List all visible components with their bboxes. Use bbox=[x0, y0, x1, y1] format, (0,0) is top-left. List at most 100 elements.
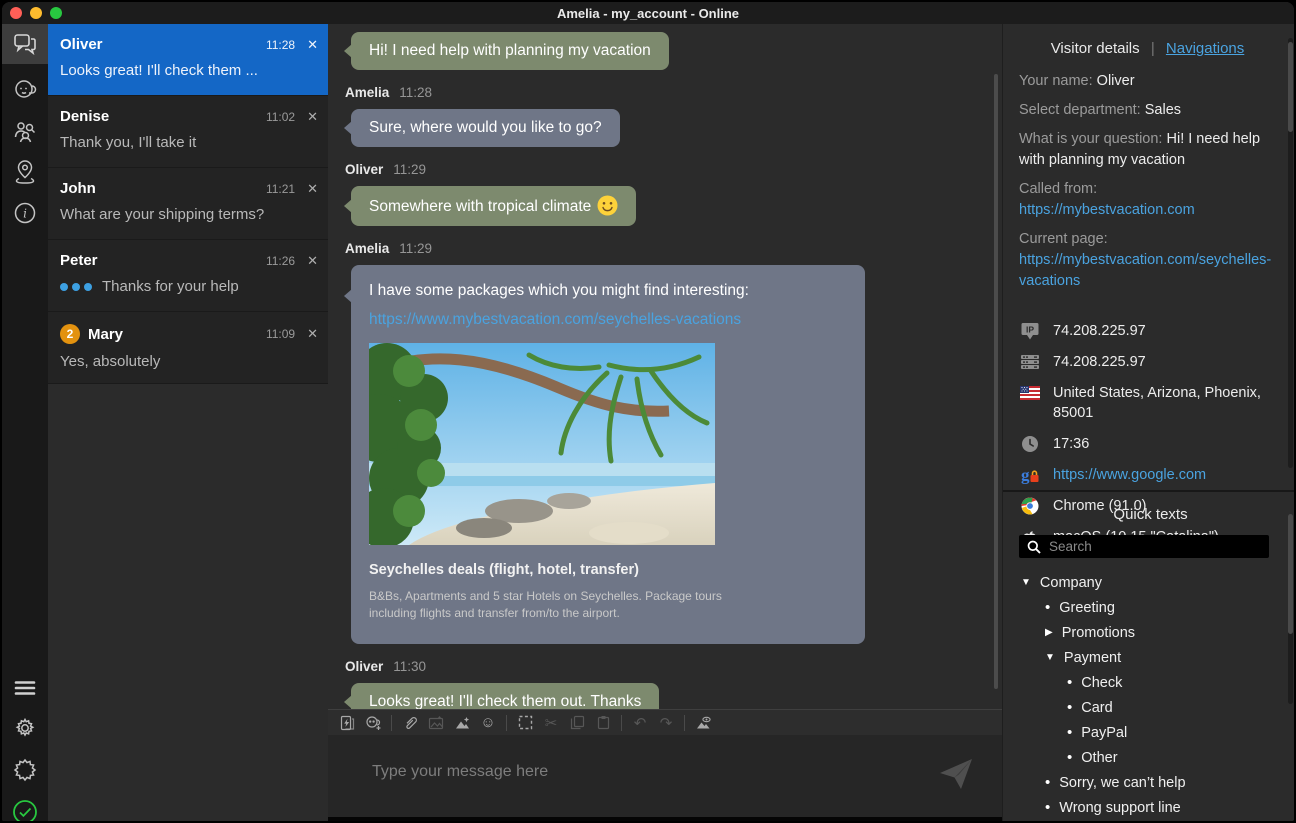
search-input[interactable] bbox=[1049, 539, 1261, 554]
agent-icon bbox=[13, 78, 37, 102]
close-window-button[interactable] bbox=[10, 7, 22, 19]
close-chat-icon[interactable]: ✕ bbox=[307, 37, 318, 53]
tree-item-sorry[interactable]: •Sorry, we can’t help bbox=[1019, 770, 1282, 795]
agent-message: Sure, where would you like to go? bbox=[351, 109, 620, 147]
menu-button[interactable] bbox=[2, 668, 48, 708]
tree-item-paypal[interactable]: •PayPal bbox=[1019, 720, 1282, 745]
agent-message-with-card: I have some packages which you might fin… bbox=[351, 265, 865, 644]
visitor-details-scrollbar[interactable] bbox=[1288, 38, 1293, 468]
redo-icon[interactable]: ↷ bbox=[653, 712, 679, 734]
conversation-area: Hi! I need help with planning my vacatio… bbox=[328, 24, 1002, 823]
bullet-icon: • bbox=[1067, 749, 1072, 766]
vacation-link[interactable]: https://www.mybestvacation.com/seychelle… bbox=[369, 310, 847, 330]
chat-list: Oliver 11:28 ✕ Looks great! I'll check t… bbox=[48, 24, 328, 823]
chat-row-peter[interactable]: Peter 11:26 ✕ Thanks for your help bbox=[48, 240, 328, 312]
toolbar-separator bbox=[391, 715, 392, 731]
tree-item-check[interactable]: •Check bbox=[1019, 670, 1282, 695]
image-upload-icon[interactable] bbox=[423, 712, 449, 734]
expanded-triangle-icon[interactable]: ▼ bbox=[1045, 652, 1055, 663]
visitor-message: Looks great! I'll check them out. Thanks bbox=[351, 683, 659, 709]
attach-icon[interactable] bbox=[397, 712, 423, 734]
chat-preview: Yes, absolutely bbox=[60, 353, 318, 370]
emoji-icon[interactable]: ☺ bbox=[475, 712, 501, 734]
tree-item-payment[interactable]: ▼Payment bbox=[1019, 645, 1282, 670]
field-name: Your name: Oliver bbox=[1019, 71, 1276, 92]
visitor-message: Hi! I need help with planning my vacatio… bbox=[351, 32, 669, 70]
details-tabs: Visitor details | Navigations bbox=[1019, 40, 1276, 57]
expanded-triangle-icon[interactable]: ▼ bbox=[1021, 577, 1031, 588]
close-chat-icon[interactable]: ✕ bbox=[307, 181, 318, 197]
settings-button[interactable] bbox=[2, 708, 48, 748]
select-region-icon[interactable] bbox=[512, 712, 538, 734]
chat-row-john[interactable]: John 11:21 ✕ What are your shipping term… bbox=[48, 168, 328, 240]
details-panel: Visitor details | Navigations Your name:… bbox=[1002, 24, 1296, 823]
undo-icon[interactable]: ↶ bbox=[627, 712, 653, 734]
tree-item-promotions[interactable]: ▶Promotions bbox=[1019, 620, 1282, 645]
visitor-details-section: Visitor details | Navigations Your name:… bbox=[1003, 24, 1296, 490]
nav-chats-button[interactable] bbox=[2, 24, 48, 64]
close-chat-icon[interactable]: ✕ bbox=[307, 109, 318, 125]
chat-row-oliver[interactable]: Oliver 11:28 ✕ Looks great! I'll check t… bbox=[48, 24, 328, 96]
message-time: 11:28 bbox=[399, 85, 432, 100]
message-history[interactable]: Hi! I need help with planning my vacatio… bbox=[328, 24, 1002, 709]
server-icon bbox=[1019, 352, 1041, 372]
quick-texts-tree: ▼Company •Greeting ▶Promotions ▼Payment … bbox=[1019, 570, 1282, 820]
nav-info-button[interactable]: i bbox=[2, 193, 48, 233]
window-bottom-edge bbox=[328, 817, 1002, 823]
online-status-button[interactable] bbox=[2, 792, 48, 823]
tree-item-card[interactable]: •Card bbox=[1019, 695, 1282, 720]
chat-row-denise[interactable]: Denise 11:02 ✕ Thank you, I'll take it bbox=[48, 96, 328, 168]
bullet-icon: • bbox=[1067, 724, 1072, 741]
beach-photo[interactable] bbox=[369, 343, 715, 545]
preview-image-icon[interactable] bbox=[690, 712, 716, 734]
quick-texts-section: Quick texts ▼Company •Greeting ▶Promotio… bbox=[1003, 490, 1296, 823]
called-from-link[interactable]: https://mybestvacation.com bbox=[1019, 202, 1195, 218]
card-description: B&Bs, Apartments and 5 star Hotels on Se… bbox=[369, 588, 737, 622]
bullet-icon: • bbox=[1045, 799, 1050, 816]
smiley-emoji-icon bbox=[597, 195, 618, 216]
quick-texts-scrollbar[interactable] bbox=[1288, 514, 1293, 704]
nav-locations-button[interactable] bbox=[2, 152, 48, 192]
quick-text-icon[interactable] bbox=[334, 712, 360, 734]
notifications-button[interactable] bbox=[2, 750, 48, 790]
copy-icon[interactable] bbox=[564, 712, 590, 734]
quick-texts-search[interactable] bbox=[1019, 535, 1269, 558]
collapsed-triangle-icon[interactable]: ▶ bbox=[1045, 627, 1053, 638]
google-icon: g bbox=[1019, 465, 1041, 485]
titlebar: Amelia - my_account - Online bbox=[2, 2, 1294, 24]
close-chat-icon[interactable]: ✕ bbox=[307, 253, 318, 269]
chat-scrollbar[interactable] bbox=[994, 74, 998, 689]
message-input[interactable] bbox=[372, 763, 932, 781]
referrer-link[interactable]: https://www.google.com bbox=[1053, 465, 1206, 485]
chat-name: Denise bbox=[60, 108, 109, 125]
minimize-window-button[interactable] bbox=[30, 7, 42, 19]
tab-visitor-details[interactable]: Visitor details bbox=[1051, 40, 1140, 57]
us-flag-icon bbox=[1019, 383, 1041, 403]
tab-navigations[interactable]: Navigations bbox=[1166, 40, 1244, 57]
chat-preview: Looks great! I'll check them ... bbox=[60, 62, 318, 79]
close-chat-icon[interactable]: ✕ bbox=[307, 326, 318, 342]
nav-visitors-button[interactable] bbox=[2, 111, 48, 151]
bullet-icon: • bbox=[1067, 699, 1072, 716]
tree-item-company[interactable]: ▼Company bbox=[1019, 570, 1282, 595]
tree-item-wrong-line[interactable]: •Wrong support line bbox=[1019, 795, 1282, 820]
quick-texts-title: Quick texts bbox=[1019, 506, 1282, 523]
send-button[interactable] bbox=[938, 757, 974, 796]
chat-row-mary[interactable]: 2 Mary 11:09 ✕ Yes, absolutely bbox=[48, 312, 328, 384]
chat-name: Peter bbox=[60, 252, 98, 269]
cut-icon[interactable]: ✂ bbox=[538, 712, 564, 734]
add-agent-icon[interactable] bbox=[360, 712, 386, 734]
tree-item-other[interactable]: •Other bbox=[1019, 745, 1282, 770]
app-window: Amelia - my_account - Online i bbox=[0, 0, 1296, 823]
zoom-window-button[interactable] bbox=[50, 7, 62, 19]
current-page-link[interactable]: https://mybestvacation.com/seychelles-va… bbox=[1019, 252, 1271, 289]
paste-icon[interactable] bbox=[590, 712, 616, 734]
sender-name: Oliver bbox=[345, 659, 383, 674]
chat-time: 11:26 bbox=[266, 254, 295, 268]
location-icon bbox=[13, 159, 37, 185]
insert-image-icon[interactable] bbox=[449, 712, 475, 734]
tree-item-greeting[interactable]: •Greeting bbox=[1019, 595, 1282, 620]
bullet-icon: • bbox=[1067, 674, 1072, 691]
nav-agents-button[interactable] bbox=[2, 70, 48, 110]
chat-time: 11:21 bbox=[266, 182, 295, 196]
